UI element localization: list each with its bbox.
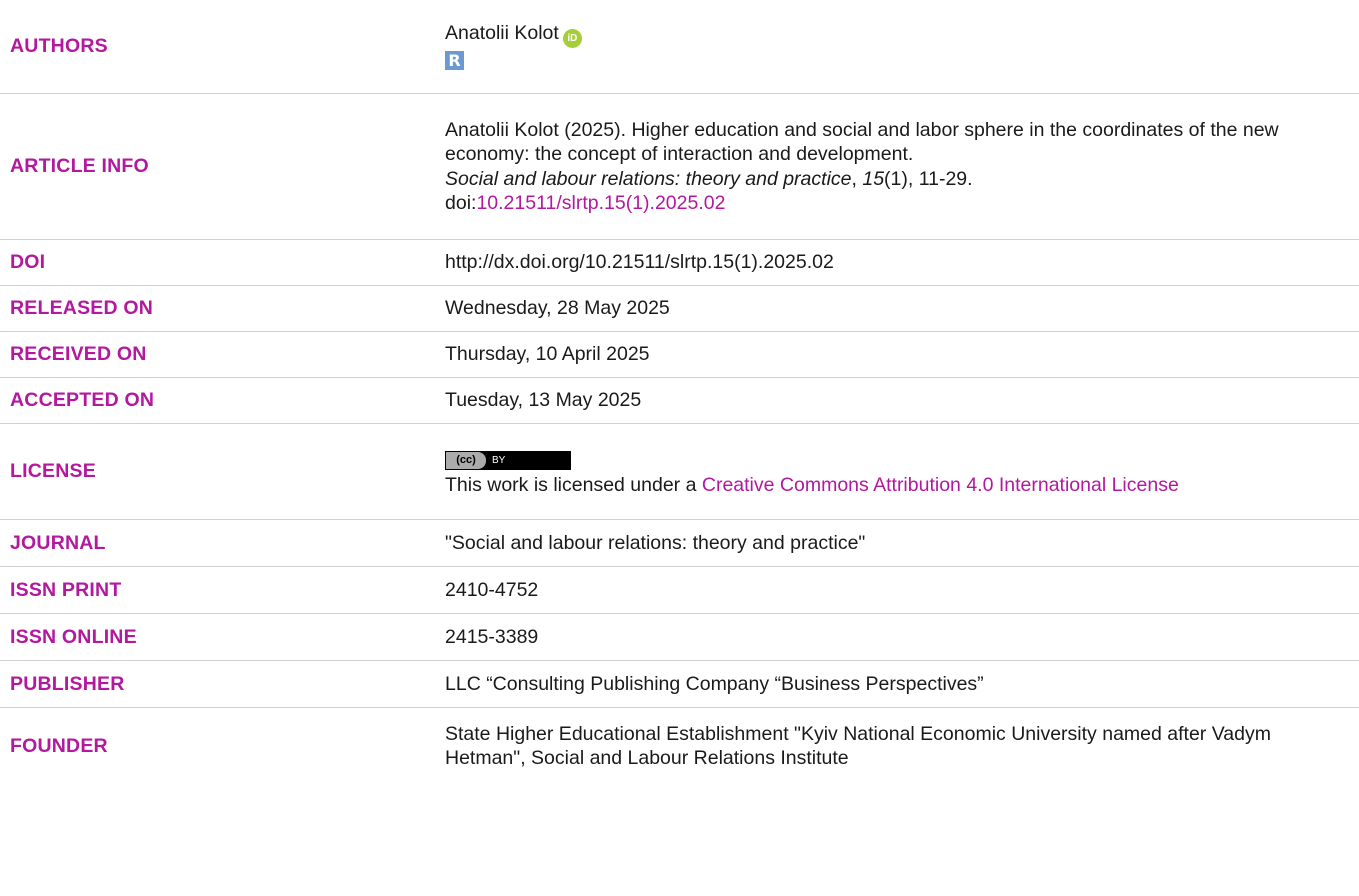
license-text: This work is licensed under a (445, 474, 702, 497)
row-accepted-on: ACCEPTED ON Tuesday, 13 May 2025 (0, 378, 1359, 424)
citation-journal: Social and labour relations: theory and … (445, 167, 852, 190)
researchgate-icon[interactable]: R (445, 50, 464, 70)
license-value: (cc) BY This work is licensed under a Cr… (445, 445, 1359, 498)
citation-text: Anatolii Kolot (2025). Higher education … (445, 118, 1279, 166)
received-on-value: Thursday, 10 April 2025 (445, 343, 650, 366)
released-on-label: RELEASED ON (10, 297, 154, 319)
row-publisher: PUBLISHER LLC “Consulting Publishing Com… (0, 661, 1359, 708)
article-info-label: ARTICLE INFO (10, 155, 149, 177)
released-on-value: Wednesday, 28 May 2025 (445, 297, 670, 320)
article-metadata-table: AUTHORS Anatolii Kolot iD R ARTICLE INFO … (0, 0, 1359, 784)
accepted-on-value: Tuesday, 13 May 2025 (445, 389, 642, 412)
received-on-label: RECEIVED ON (10, 343, 147, 365)
row-issn-online: ISSN ONLINE 2415-3389 (0, 614, 1359, 661)
row-released-on: RELEASED ON Wednesday, 28 May 2025 (0, 286, 1359, 332)
article-info-value: Anatolii Kolot (2025). Higher education … (445, 118, 1359, 216)
founder-label: FOUNDER (10, 734, 108, 757)
row-issn-print: ISSN PRINT 2410-4752 (0, 567, 1359, 614)
issn-online-label: ISSN ONLINE (10, 625, 137, 648)
doi-label: DOI (10, 251, 46, 273)
authors-label: AUTHORS (10, 35, 108, 57)
publisher-value: LLC “Consulting Publishing Company “Busi… (445, 672, 984, 695)
row-founder: FOUNDER State Higher Educational Establi… (0, 708, 1359, 784)
citation-volume: 15 (862, 167, 885, 190)
author-name[interactable]: Anatolii Kolot (445, 22, 559, 44)
row-authors: AUTHORS Anatolii Kolot iD R (0, 0, 1359, 94)
cc-badge-text: (cc) (446, 452, 486, 470)
issn-online-value: 2415-3389 (445, 625, 539, 648)
row-doi: DOI http://dx.doi.org/10.21511/slrtp.15(… (0, 240, 1359, 286)
citation-issue-pages: (1), 11-29. (884, 167, 973, 190)
cc-by-badge-icon[interactable]: (cc) BY (445, 451, 571, 471)
authors-value: Anatolii Kolot iD R (445, 21, 1359, 73)
citation-doi-link[interactable]: 10.21511/slrtp.15(1).2025.02 (476, 192, 725, 214)
citation-doi-prefix: doi: (445, 192, 477, 214)
row-received-on: RECEIVED ON Thursday, 10 April 2025 (0, 332, 1359, 378)
citation-separator: , (851, 167, 863, 190)
founder-value: State Higher Educational Establishment "… (445, 722, 1271, 770)
doi-value[interactable]: http://dx.doi.org/10.21511/slrtp.15(1).2… (445, 250, 1359, 275)
journal-label: JOURNAL (10, 531, 106, 554)
issn-print-value: 2410-4752 (445, 578, 539, 601)
license-label: LICENSE (10, 460, 96, 482)
row-license: LICENSE (cc) BY This work is licensed un… (0, 424, 1359, 520)
license-link[interactable]: Creative Commons Attribution 4.0 Interna… (702, 474, 1179, 496)
by-badge-text: BY (492, 454, 506, 466)
accepted-on-label: ACCEPTED ON (10, 389, 155, 411)
issn-print-label: ISSN PRINT (10, 578, 122, 601)
journal-value: "Social and labour relations: theory and… (445, 531, 866, 554)
publisher-label: PUBLISHER (10, 672, 125, 695)
orcid-icon[interactable]: iD (562, 28, 582, 48)
row-article-info: ARTICLE INFO Anatolii Kolot (2025). High… (0, 94, 1359, 240)
row-journal: JOURNAL "Social and labour relations: th… (0, 520, 1359, 567)
